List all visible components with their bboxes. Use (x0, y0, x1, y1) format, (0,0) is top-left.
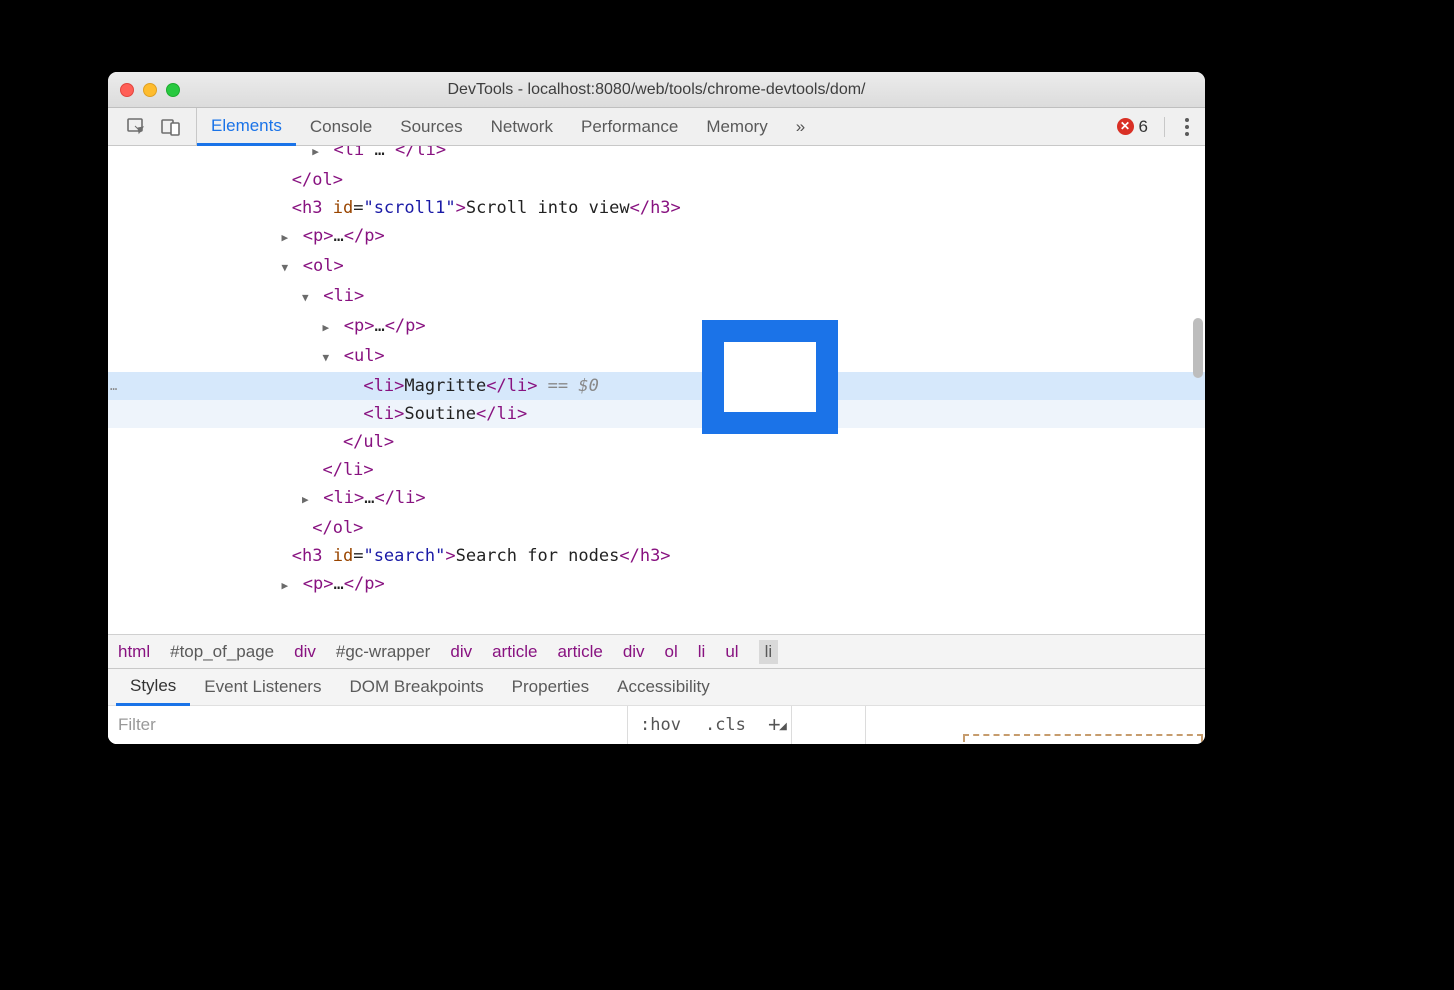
dom-row-selected[interactable]: … <li>Magritte</li> == $0 (108, 372, 1205, 400)
crumb[interactable]: div (294, 642, 316, 662)
dom-row[interactable]: ▶ <p>…</p> (108, 222, 1205, 252)
more-tabs-icon[interactable]: » (782, 108, 821, 145)
traffic-lights (120, 83, 180, 97)
crumb[interactable]: #top_of_page (170, 642, 274, 662)
scrollbar-thumb[interactable] (1193, 318, 1203, 378)
kebab-menu-icon[interactable] (1177, 114, 1197, 140)
tab-sources[interactable]: Sources (386, 108, 476, 145)
crumb[interactable]: ul (725, 642, 738, 662)
crumb[interactable]: html (118, 642, 150, 662)
cls-button[interactable]: .cls (693, 715, 758, 735)
tab-styles[interactable]: Styles (116, 670, 190, 706)
separator (1164, 117, 1165, 137)
breadcrumb: html #top_of_page div #gc-wrapper div ar… (108, 634, 1205, 668)
scrollbar[interactable] (1187, 146, 1203, 634)
selection-gutter-icon: … (108, 372, 138, 400)
crumb[interactable]: div (623, 642, 645, 662)
crumb[interactable]: article (492, 642, 537, 662)
tab-elements[interactable]: Elements (197, 108, 296, 146)
devtools-window: DevTools - localhost:8080/web/tools/chro… (108, 72, 1205, 744)
tab-event-listeners[interactable]: Event Listeners (190, 669, 335, 705)
blue-highlight-overlay (702, 320, 838, 434)
crumb-selected[interactable]: li (759, 640, 779, 664)
dom-row[interactable]: <li>Soutine</li> (108, 400, 1205, 428)
filter-input[interactable] (108, 706, 628, 744)
error-count[interactable]: ✕ 6 (1113, 117, 1152, 137)
error-count-value: 6 (1139, 117, 1148, 137)
device-toggle-icon[interactable] (158, 114, 184, 140)
zoom-icon[interactable] (166, 83, 180, 97)
titlebar: DevTools - localhost:8080/web/tools/chro… (108, 72, 1205, 108)
dom-row[interactable]: ▼ <ol> (108, 252, 1205, 282)
box-model-preview (865, 706, 1205, 744)
crumb[interactable]: li (698, 642, 706, 662)
dom-row[interactable]: ▶ <p>…</p> (108, 312, 1205, 342)
dom-row[interactable]: <h3 id="scroll1">Scroll into view</h3> (108, 194, 1205, 222)
crumb[interactable]: div (450, 642, 472, 662)
dom-row[interactable]: ▶ <p>…</p> (108, 570, 1205, 600)
dom-row[interactable]: ▶ <li>…</li> (108, 484, 1205, 514)
tab-accessibility[interactable]: Accessibility (603, 669, 724, 705)
new-style-rule-icon[interactable]: +◢ (758, 712, 791, 738)
inspect-element-icon[interactable] (124, 114, 150, 140)
dom-row[interactable]: ▶ <li … </li> (108, 146, 1205, 166)
styles-filter-row: :hov .cls +◢ (108, 706, 1205, 744)
dom-row[interactable]: </ul> (108, 428, 1205, 456)
dom-row[interactable]: </ol> (108, 514, 1205, 542)
tab-console[interactable]: Console (296, 108, 386, 145)
tab-properties[interactable]: Properties (498, 669, 603, 705)
dom-row[interactable]: </ol> (108, 166, 1205, 194)
tab-performance[interactable]: Performance (567, 108, 692, 145)
tab-dom-breakpoints[interactable]: DOM Breakpoints (335, 669, 497, 705)
window-title: DevTools - localhost:8080/web/tools/chro… (108, 81, 1205, 99)
hov-button[interactable]: :hov (628, 715, 693, 735)
minimize-icon[interactable] (143, 83, 157, 97)
crumb[interactable]: article (557, 642, 602, 662)
error-icon: ✕ (1117, 118, 1134, 135)
main-toolbar: Elements Console Sources Network Perform… (108, 108, 1205, 146)
dom-row[interactable]: ▼ <ul> (108, 342, 1205, 372)
dom-tree-pane[interactable]: ▶ <li … </li> </ol> <h3 id="scroll1">Scr… (108, 146, 1205, 634)
crumb[interactable]: #gc-wrapper (336, 642, 431, 662)
crumb[interactable]: ol (665, 642, 678, 662)
tab-memory[interactable]: Memory (692, 108, 781, 145)
dom-row[interactable]: ▼ <li> (108, 282, 1205, 312)
close-icon[interactable] (120, 83, 134, 97)
styles-pane-tabs: Styles Event Listeners DOM Breakpoints P… (108, 668, 1205, 706)
tab-network[interactable]: Network (477, 108, 567, 145)
dom-row[interactable]: <h3 id="search">Search for nodes</h3> (108, 542, 1205, 570)
dom-row[interactable]: </li> (108, 456, 1205, 484)
